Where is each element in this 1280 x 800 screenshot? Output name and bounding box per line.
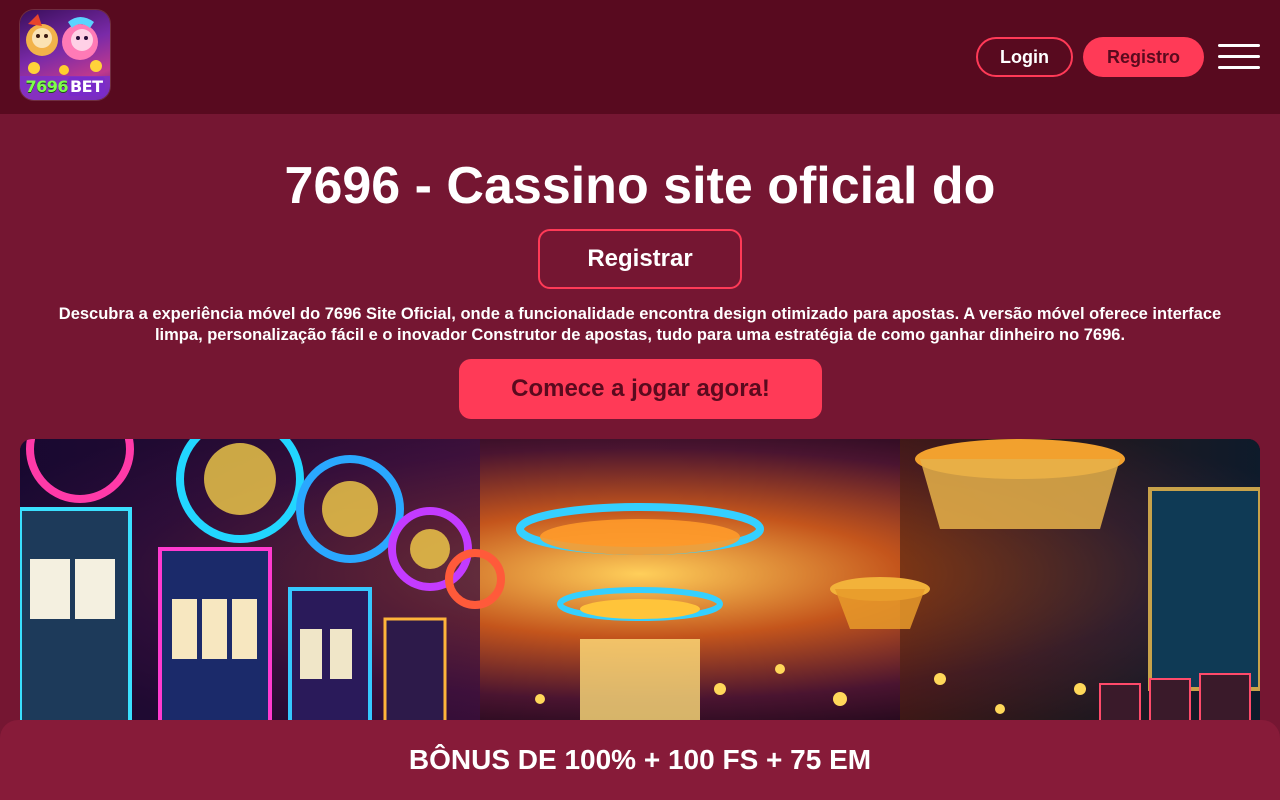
logo-wordmark: 7696 BET <box>20 77 110 96</box>
logo-suffix: BET <box>67 77 105 96</box>
login-button[interactable]: Login <box>976 37 1073 77</box>
bonus-text: BÔNUS DE 100% + 100 FS + 75 EM <box>408 744 872 775</box>
menu-line <box>1218 55 1260 58</box>
casino-interior-illustration <box>20 439 1260 739</box>
register-header-button[interactable]: Registro <box>1083 37 1204 77</box>
bonus-bar[interactable]: BÔNUS DE 100% + 100 FS + 75 EM <box>0 720 1280 800</box>
menu-line <box>1218 44 1260 47</box>
start-playing-button[interactable]: Comece a jogar agora! <box>459 359 822 419</box>
site-logo[interactable]: 7696 BET <box>20 10 110 100</box>
registrar-button[interactable]: Registrar <box>538 229 742 289</box>
hero-description: Descubra a experiência móvel do 7696 Sit… <box>58 305 1222 344</box>
logo-number: 7696 <box>25 77 68 96</box>
menu-line <box>1218 66 1260 69</box>
site-header: 7696 BET Login Registro <box>0 0 1280 114</box>
casino-banner-image <box>20 439 1260 739</box>
hamburger-menu-icon[interactable] <box>1218 44 1260 70</box>
hero-title: 7696 - Cassino site oficial do <box>284 157 996 215</box>
